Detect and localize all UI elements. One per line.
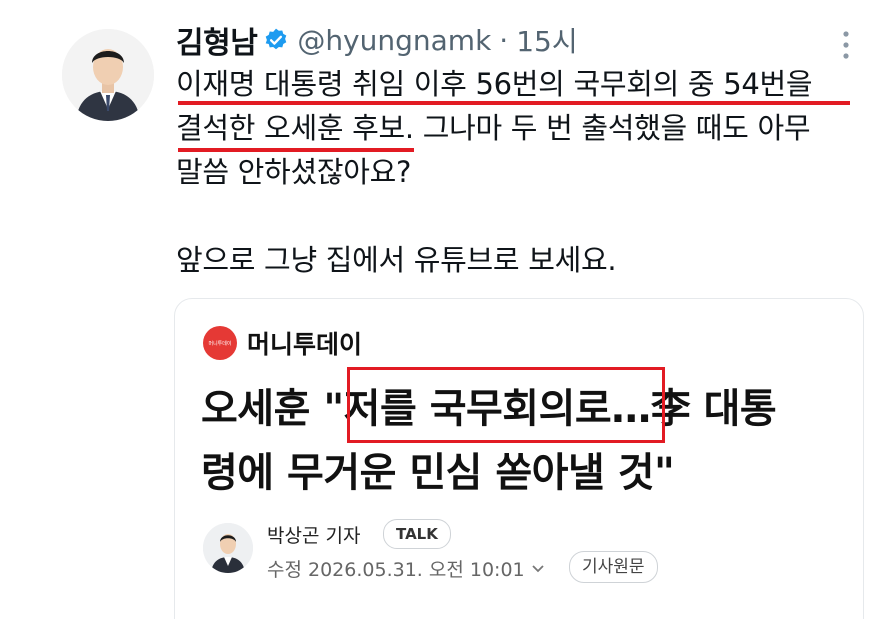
- link-preview-card[interactable]: 머니투데이 머니투데이 오세훈 "저를 국무회의로…李 대통 령에 무거운 민심…: [174, 298, 864, 619]
- headline-line: 령에 무거운 민심 쏟아낼 것": [201, 450, 675, 496]
- red-underline: [178, 148, 414, 152]
- tweet-text-line: 말씀 안하셨잖아요?: [176, 155, 412, 189]
- tweet-text-blank: [176, 194, 866, 238]
- talk-badge[interactable]: TALK: [383, 519, 451, 549]
- source-logo: 머니투데이: [203, 326, 237, 360]
- source-name: 머니투데이: [247, 330, 363, 359]
- separator-dot: ·: [499, 23, 509, 57]
- author-avatar[interactable]: [62, 29, 154, 121]
- red-underline: [178, 101, 850, 105]
- tweet-time[interactable]: 15시: [516, 20, 577, 60]
- red-highlight-box: [347, 367, 665, 443]
- chevron-down-icon[interactable]: [531, 564, 545, 574]
- tweet-text-line: 앞으로 그냥 집에서 유튜브로 보세요.: [176, 243, 617, 277]
- tweet-text-line: 이재명 대통령 취임 이후 56번의 국무회의 중 54번을: [176, 67, 813, 101]
- article-meta: 수정 2026.05.31. 오전 10:01: [267, 555, 545, 582]
- tweet[interactable]: 김형남 @hyungnamk · 15시 이재명 대통령 취임 이후 56번의 …: [0, 0, 886, 619]
- news-source: 머니투데이 머니투데이: [203, 325, 362, 361]
- more-options-icon[interactable]: [836, 28, 856, 62]
- verified-badge-icon: [263, 27, 289, 53]
- display-name[interactable]: 김형남: [176, 18, 258, 62]
- tweet-text: 이재명 대통령 취임 이후 56번의 국무회의 중 54번을 결석한 오세훈 후…: [176, 62, 866, 282]
- reporter-avatar: [203, 523, 253, 573]
- tweet-header: 김형남 @hyungnamk · 15시: [176, 18, 578, 62]
- user-handle[interactable]: @hyungnamk: [297, 24, 491, 57]
- modified-date: 수정 2026.05.31. 오전 10:01: [267, 559, 525, 581]
- reporter-name[interactable]: 박상곤 기자: [267, 521, 360, 548]
- tweet-text-line: 결석한 오세훈 후보. 그나마 두 번 출석했을 때도 아무: [176, 111, 811, 145]
- original-article-button[interactable]: 기사원문: [569, 551, 658, 583]
